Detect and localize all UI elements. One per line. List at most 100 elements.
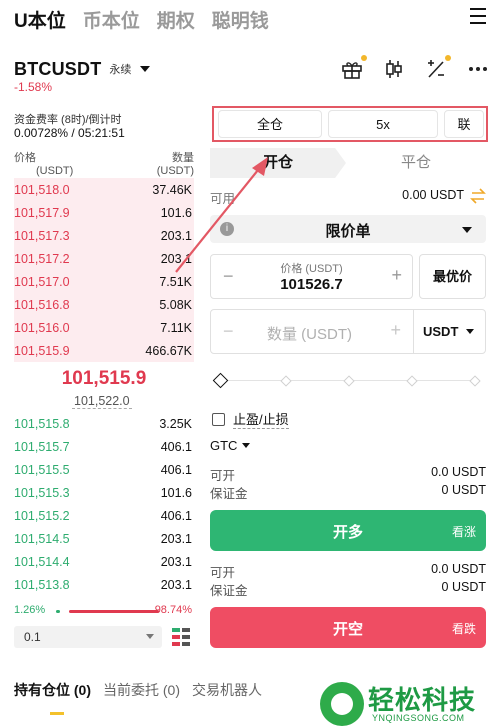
- watermark-text: 轻松科技: [368, 685, 477, 715]
- mark-price[interactable]: 101,522.0: [72, 394, 132, 409]
- bid-row[interactable]: 101,515.7 406.1: [14, 436, 194, 459]
- quantity-input[interactable]: − 数量 (USDT) + USDT: [210, 309, 486, 354]
- bid-price: 101,515.8: [14, 417, 70, 431]
- bid-row[interactable]: 101,515.2 406.1: [14, 505, 194, 528]
- price-input[interactable]: − 价格 (USDT) 101526.7 +: [210, 254, 413, 299]
- tpsl-label: 止盈/止损: [233, 409, 289, 429]
- watermark: 轻松科技 YNQINGSONG.COM: [320, 680, 500, 727]
- ask-row[interactable]: 101,517.9 101.6: [14, 202, 194, 225]
- ask-qty: 5.08K: [159, 298, 192, 312]
- ask-price: 101,518.0: [14, 183, 70, 197]
- funding-rate-label: 资金费率 (8时)/倒计时: [14, 114, 122, 126]
- slider-tick[interactable]: [406, 375, 418, 387]
- time-in-force-select[interactable]: GTC: [210, 438, 251, 453]
- ask-row[interactable]: 101,517.0 7.51K: [14, 271, 194, 294]
- ask-row[interactable]: 101,517.3 203.1: [14, 225, 194, 248]
- bid-ratio-bar: [56, 610, 60, 613]
- ask-qty: 7.51K: [159, 275, 192, 289]
- more-icon[interactable]: [466, 57, 490, 81]
- calculator-icon[interactable]: [424, 55, 451, 81]
- tab-open-position[interactable]: 开仓: [210, 148, 346, 178]
- tab-usdt-margined[interactable]: U本位: [14, 6, 66, 33]
- orderbook-layout-icon[interactable]: [172, 628, 190, 646]
- bottom-tabs: 持有仓位 (0) 当前委托 (0) 交易机器人: [14, 680, 274, 702]
- ask-row[interactable]: 101,515.9 466.67K: [14, 340, 194, 363]
- quantity-unit[interactable]: USDT: [423, 324, 458, 339]
- header-actions: [340, 55, 490, 81]
- chevron-down-icon: [140, 66, 151, 72]
- info-value: 0 USDT: [441, 483, 486, 497]
- bid-ask-ratio: 1.26% 98.74%: [14, 604, 194, 620]
- ask-price: 101,515.9: [14, 344, 70, 358]
- precision-select[interactable]: 0.1: [14, 626, 162, 648]
- tab-trading-bots[interactable]: 交易机器人: [192, 680, 262, 702]
- ask-price: 101,517.3: [14, 229, 70, 243]
- ask-ratio: 98.74%: [154, 604, 192, 616]
- orderbook-header: 价格 (USDT) 数量 (USDT): [14, 149, 194, 177]
- ask-row[interactable]: 101,518.0 37.46K: [14, 179, 194, 202]
- ask-qty: 203.1: [160, 252, 192, 266]
- info-value: 0 USDT: [441, 580, 486, 594]
- slider-tick[interactable]: [469, 375, 481, 387]
- contract-type: 永续: [109, 64, 132, 76]
- ask-price: 101,516.8: [14, 298, 70, 312]
- tab-coin-margined[interactable]: 币本位: [83, 6, 140, 33]
- margin-extra-button[interactable]: 联: [444, 110, 484, 138]
- bid-row[interactable]: 101,513.8 203.1: [14, 574, 194, 597]
- bid-row[interactable]: 101,515.3 101.6: [14, 482, 194, 505]
- open-long-label: 开多: [332, 524, 363, 541]
- tab-smart-money[interactable]: 聪明钱: [212, 6, 269, 33]
- bid-row[interactable]: 101,515.5 406.1: [14, 459, 194, 482]
- chevron-down-icon: [242, 443, 251, 448]
- ask-price: 101,517.2: [14, 252, 70, 266]
- chevron-down-icon: [146, 634, 154, 639]
- best-price-button[interactable]: 最优价: [419, 254, 486, 299]
- tab-positions[interactable]: 持有仓位 (0): [14, 680, 91, 702]
- ask-price: 101,516.0: [14, 321, 70, 335]
- tab-open-orders[interactable]: 当前委托 (0): [103, 680, 180, 702]
- ask-row[interactable]: 101,516.0 7.11K: [14, 317, 194, 340]
- price-increment-button[interactable]: +: [391, 265, 402, 286]
- tab-options[interactable]: 期权: [157, 6, 195, 33]
- quantity-slider[interactable]: [212, 372, 482, 389]
- tpsl-checkbox[interactable]: [212, 412, 225, 426]
- price-column-unit: (USDT): [36, 165, 74, 177]
- menu-icon[interactable]: [470, 8, 486, 24]
- order-type-select[interactable]: i 限价单: [210, 215, 486, 243]
- tpsl-toggle[interactable]: 止盈/止损: [212, 409, 289, 429]
- ask-row[interactable]: 101,516.8 5.08K: [14, 294, 194, 317]
- bid-row[interactable]: 101,515.8 3.25K: [14, 413, 194, 436]
- ask-ratio-bar: [69, 610, 159, 613]
- available-label: 可用: [210, 192, 236, 206]
- slider-tick[interactable]: [280, 375, 292, 387]
- symbol-name: BTCUSDT: [14, 58, 102, 79]
- tab-close-position[interactable]: 平仓: [346, 148, 486, 178]
- bid-row[interactable]: 101,514.5 203.1: [14, 528, 194, 551]
- gift-icon[interactable]: [340, 55, 367, 81]
- bid-ratio: 1.26%: [14, 604, 46, 616]
- leverage-button[interactable]: 5x: [328, 110, 438, 138]
- bid-qty: 406.1: [160, 509, 192, 523]
- funding-rate-value: 0.00728% / 05:21:51: [14, 126, 125, 140]
- open-short-button[interactable]: 开空 看跌: [210, 607, 486, 648]
- slider-tick[interactable]: [343, 375, 355, 387]
- available-value: 0.00 USDT: [402, 188, 464, 202]
- qty-increment-button[interactable]: +: [390, 320, 401, 341]
- bid-qty: 101.6: [160, 486, 192, 500]
- open-long-button[interactable]: 开多 看涨: [210, 510, 486, 551]
- bid-qty: 406.1: [160, 440, 192, 454]
- bid-qty: 406.1: [160, 463, 192, 477]
- candlestick-chart-icon[interactable]: [382, 57, 406, 81]
- price-input-value: 101526.7: [280, 276, 343, 293]
- market-tabs: U本位 币本位 期权 聪明钱: [14, 4, 486, 34]
- short-max-open: 可开 0.0 USDT: [210, 562, 486, 580]
- price-column-header: 价格: [14, 152, 36, 164]
- qty-decrement-button[interactable]: −: [223, 321, 234, 342]
- info-label: 保证金: [210, 584, 248, 598]
- order-type-label: 限价单: [325, 223, 371, 240]
- margin-mode-button[interactable]: 全仓: [218, 110, 322, 138]
- slider-handle[interactable]: [212, 372, 229, 389]
- transfer-icon[interactable]: [470, 188, 486, 204]
- ask-row[interactable]: 101,517.2 203.1: [14, 248, 194, 271]
- bid-row[interactable]: 101,514.4 203.1: [14, 551, 194, 574]
